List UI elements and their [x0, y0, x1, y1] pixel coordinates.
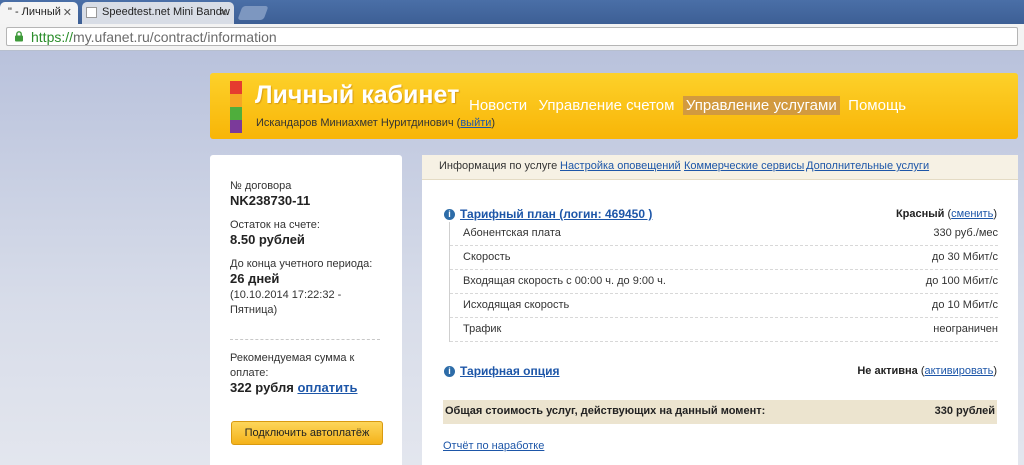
service-info-panel: Информация по услуге Настройка оповещени…	[422, 155, 1018, 465]
tab-title: Speedtest.net Mini Bandw	[102, 6, 230, 18]
change-plan-link[interactable]: сменить	[951, 208, 993, 220]
autopay-button[interactable]: Подключить автоплатёж	[231, 421, 383, 445]
balance-label: Остаток на счете:	[230, 219, 320, 231]
tab-additional[interactable]: Дополнительные услуги	[806, 160, 929, 172]
activate-option-link[interactable]: активировать	[925, 365, 994, 377]
period-day: Пятница)	[230, 304, 278, 316]
nav-news[interactable]: Новости	[466, 96, 530, 115]
tariff-row: Абонентская плата 330 руб./мес	[450, 222, 998, 246]
lock-icon	[15, 31, 23, 42]
tariff-row: Трафик неограничен	[450, 318, 998, 342]
tariff-row: Входящая скорость с 00:00 ч. до 9:00 ч. …	[450, 270, 998, 294]
tab-service-info[interactable]: Информация по услуге	[439, 160, 557, 172]
contract-number: NK238730-11	[230, 193, 311, 208]
tariff-option-status: Не активна (активировать)	[857, 365, 997, 377]
pay-link[interactable]: оплатить	[297, 380, 357, 395]
main-nav: Новости Управление счетом Управление усл…	[466, 96, 910, 118]
service-subtabs: Информация по услуге Настройка оповещени…	[422, 155, 1018, 180]
close-tab-icon[interactable]: ✕	[219, 6, 228, 19]
tab-commercial[interactable]: Коммерческие сервисы	[684, 160, 804, 172]
tariff-option-title[interactable]: Тарифная опция	[460, 364, 560, 378]
browser-tab-bar: " - Личный ✕ Speedtest.net Mini Bandw ✕	[0, 0, 1024, 24]
nav-services[interactable]: Управление услугами	[682, 96, 840, 115]
account-summary-panel: № договора NK238730-11 Остаток на счете:…	[210, 155, 402, 465]
info-icon: i	[444, 209, 455, 220]
total-value: 330 рублей	[934, 405, 995, 417]
user-line: Искандаров Миниахмет Нуритдинович (выйти…	[256, 117, 496, 129]
new-tab-button[interactable]	[237, 6, 269, 20]
tab-notifications[interactable]: Настройка оповещений	[560, 160, 681, 172]
site-title: Личный кабинет	[255, 81, 460, 109]
contract-label: № договора	[230, 180, 292, 192]
total-label: Общая стоимость услуг, действующих на да…	[445, 405, 766, 417]
logout-link[interactable]: выйти	[460, 117, 491, 129]
period-label: До конца учетного периода:	[230, 258, 373, 270]
tariff-row: Исходящая скорость до 10 Мбит/с	[450, 294, 998, 318]
browser-tab-speedtest[interactable]: Speedtest.net Mini Bandw ✕	[82, 2, 234, 24]
tariff-row: Скорость до 30 Мбит/с	[450, 246, 998, 270]
tariff-plan-title[interactable]: Тарифный план (логин: 469450 )	[460, 207, 652, 221]
user-name: Искандаров Миниахмет Нуритдинович (	[256, 117, 461, 129]
page-body: Личный кабинет Искандаров Миниахмет Нури…	[0, 51, 1024, 465]
address-bar: https://my.ufanet.ru/contract/informatio…	[0, 24, 1024, 51]
logo-icon	[230, 81, 242, 133]
recommended-label-2: оплате:	[230, 367, 269, 379]
recommended-amount: 322 рубля оплатить	[230, 380, 358, 395]
page-icon	[86, 7, 97, 18]
recommended-label: Рекомендуемая сумма к	[230, 352, 355, 364]
info-icon: i	[444, 366, 455, 377]
period-value: 26 дней	[230, 271, 280, 286]
balance-value: 8.50 рублей	[230, 232, 305, 247]
usage-report-link[interactable]: Отчёт по наработке	[443, 440, 544, 452]
nav-account[interactable]: Управление счетом	[536, 96, 678, 115]
url-text: https://my.ufanet.ru/contract/informatio…	[31, 29, 277, 45]
close-tab-icon[interactable]: ✕	[63, 6, 72, 19]
url-input[interactable]: https://my.ufanet.ru/contract/informatio…	[6, 27, 1018, 46]
tariff-details: Абонентская плата 330 руб./мес Скорость …	[449, 222, 998, 342]
site-header: Личный кабинет Искандаров Миниахмет Нури…	[210, 73, 1018, 139]
nav-help[interactable]: Помощь	[845, 96, 909, 115]
browser-tab-active[interactable]: " - Личный ✕	[0, 2, 78, 24]
period-date: (10.10.2014 17:22:32 -	[230, 289, 342, 301]
total-cost-bar: Общая стоимость услуг, действующих на да…	[443, 400, 997, 424]
tariff-plan-name: Красный (сменить)	[895, 208, 997, 220]
divider	[230, 339, 380, 340]
tab-title: " - Личный	[8, 6, 61, 18]
